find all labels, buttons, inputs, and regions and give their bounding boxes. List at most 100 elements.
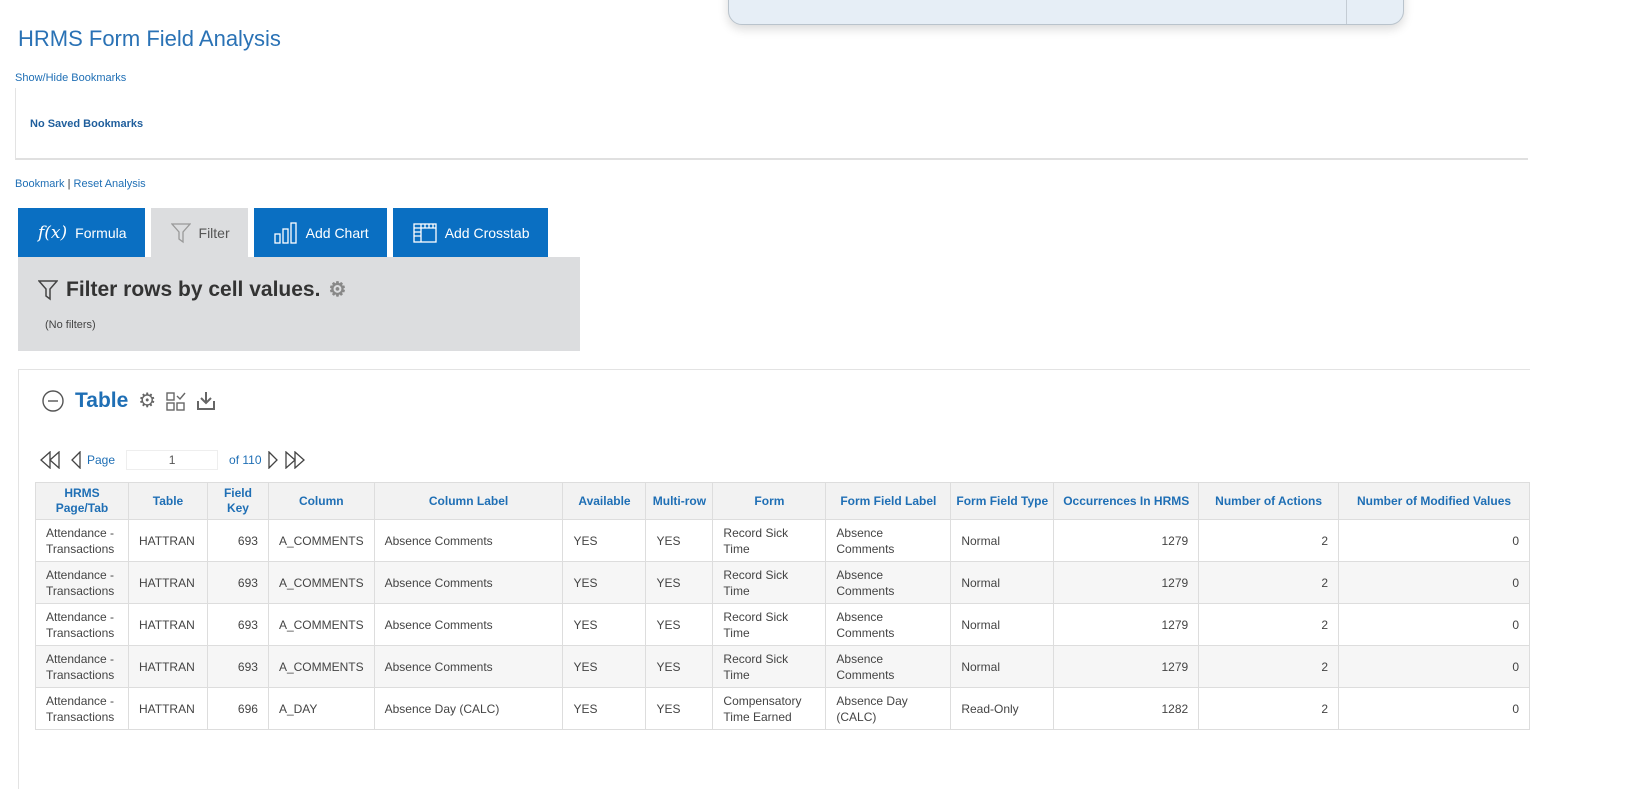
column-header[interactable]: Form Field Type <box>950 482 1055 520</box>
table-cell: Absence Comments <box>373 519 564 562</box>
table-cell: YES <box>562 561 647 604</box>
column-header[interactable]: Occurrences In HRMS <box>1053 482 1200 520</box>
table-cell: Absence Comments <box>825 645 952 688</box>
column-header[interactable]: Form <box>712 482 827 520</box>
table-cell: 0 <box>1338 519 1530 562</box>
tab-filter[interactable]: Filter <box>150 208 248 257</box>
table-cell: A_COMMENTS <box>267 561 375 604</box>
table-cell: 0 <box>1338 603 1530 646</box>
table-cell: 1279 <box>1053 561 1200 604</box>
table-cell: Record Sick Time <box>712 561 827 604</box>
page-input[interactable] <box>126 450 219 470</box>
table-cell: 0 <box>1338 561 1530 604</box>
table-cell: Record Sick Time <box>712 645 827 688</box>
page-label: Page <box>87 453 116 467</box>
page-title: HRMS Form Field Analysis <box>18 26 281 51</box>
table-cell: A_DAY <box>267 687 375 730</box>
table-cell: HATTRAN <box>127 687 208 730</box>
table-cell: HATTRAN <box>127 645 208 688</box>
reset-analysis-link[interactable]: Reset Analysis <box>74 178 146 190</box>
table-section: Table ⚙ Page of 110 HRMS Page/TabTableFi… <box>18 369 1530 789</box>
next-page-icon[interactable] <box>267 451 279 469</box>
prev-page-icon[interactable] <box>70 451 82 469</box>
table-cell: HATTRAN <box>127 603 208 646</box>
table-cell: 696 <box>206 687 269 730</box>
column-header[interactable]: Available <box>562 482 647 520</box>
table-cell: Normal <box>950 519 1055 562</box>
crosstab-icon <box>413 222 437 243</box>
table-cell: YES <box>645 687 714 730</box>
table-cell: Attendance - Transactions <box>35 603 129 646</box>
floating-toolbar <box>728 0 1404 25</box>
table-cell: 2 <box>1198 603 1340 646</box>
table-row: Attendance - Transactions HATTRAN 696 A_DAY… <box>35 687 1530 730</box>
table-cell: YES <box>562 687 647 730</box>
bookmark-links: Bookmark | Reset Analysis <box>15 178 146 190</box>
column-header[interactable]: Column Label <box>373 482 564 520</box>
table-cell: Absence Comments <box>825 561 952 604</box>
table-cell: YES <box>645 645 714 688</box>
tab-label: Add Chart <box>305 224 369 241</box>
table-cell: HATTRAN <box>127 561 208 604</box>
last-page-icon[interactable] <box>284 451 310 469</box>
no-filters-text: (No filters) <box>45 319 96 331</box>
tab-add-crosstab[interactable]: Add Crosstab <box>392 208 548 257</box>
gear-icon[interactable]: ⚙ <box>138 388 156 413</box>
table-cell: Attendance - Transactions <box>35 687 129 730</box>
table-cell: YES <box>562 603 647 646</box>
filter-icon <box>38 279 58 301</box>
column-header[interactable]: Form Field Label <box>825 482 952 520</box>
tab-label: Add Crosstab <box>444 224 530 241</box>
column-header[interactable]: Multi-row <box>645 482 714 520</box>
table-row: Attendance - Transactions HATTRAN 693 A_COM… <box>35 603 1530 646</box>
show-hide-bookmarks-link[interactable]: Show/Hide Bookmarks <box>15 72 126 84</box>
column-header[interactable]: Field Key <box>206 482 269 520</box>
table-cell: YES <box>645 519 714 562</box>
bar-chart-icon <box>273 221 298 244</box>
separator: | <box>64 178 74 190</box>
table-cell: 2 <box>1198 519 1340 562</box>
tab-formula[interactable]: f(x) Formula <box>18 208 145 257</box>
tab-add-chart[interactable]: Add Chart <box>253 208 387 257</box>
table-cell: 2 <box>1198 561 1340 604</box>
download-icon[interactable] <box>196 391 216 411</box>
table-cell: 0 <box>1338 687 1530 730</box>
table-cell: Absence Comments <box>825 603 952 646</box>
column-header[interactable]: Number of Modified Values <box>1338 482 1530 520</box>
table-cell: Attendance - Transactions <box>35 645 129 688</box>
first-page-icon[interactable] <box>39 451 65 469</box>
table-cell: Absence Comments <box>373 645 564 688</box>
bookmarks-panel: No Saved Bookmarks <box>15 88 1528 160</box>
gear-icon[interactable]: ⚙ <box>328 277 346 302</box>
column-header[interactable]: Table <box>127 482 208 520</box>
analysis-tabs: f(x) Formula Filter Add Chart Add Crossta… <box>18 208 548 257</box>
table-cell: A_COMMENTS <box>267 603 375 646</box>
table-cell: 0 <box>1338 645 1530 688</box>
no-bookmarks-text: No Saved Bookmarks <box>30 118 144 130</box>
table-cell: Normal <box>950 603 1055 646</box>
column-header[interactable]: Column <box>267 482 375 520</box>
table-cell: Compensatory Time Earned <box>712 687 827 730</box>
table-cell: A_COMMENTS <box>267 519 375 562</box>
table-cell: 1279 <box>1053 519 1200 562</box>
table-cell: Attendance - Transactions <box>35 561 129 604</box>
data-table: HRMS Page/Tab Table Field Key Column Column … <box>35 482 1530 730</box>
table-cell: YES <box>645 603 714 646</box>
table-row: Attendance - Transactions HATTRAN 693 A_COM… <box>35 561 1530 604</box>
column-header[interactable]: HRMS Page/Tab <box>35 482 129 520</box>
bookmark-link[interactable]: Bookmark <box>15 178 65 190</box>
collapse-icon[interactable] <box>41 389 65 413</box>
table-cell: 1279 <box>1053 645 1200 688</box>
table-cell: 2 <box>1198 687 1340 730</box>
table-cell: YES <box>562 519 647 562</box>
table-cell: A_COMMENTS <box>267 645 375 688</box>
select-columns-icon[interactable] <box>166 391 186 411</box>
table-cell: YES <box>562 645 647 688</box>
table-row: Attendance - Transactions HATTRAN 693 A_COM… <box>35 519 1530 562</box>
table-cell: Absence Comments <box>825 519 952 562</box>
column-header[interactable]: Number of Actions <box>1198 482 1340 520</box>
table-cell: Normal <box>950 645 1055 688</box>
tab-label: Formula <box>75 224 127 241</box>
table-cell: Record Sick Time <box>712 603 827 646</box>
table-cell: Absence Day (CALC) <box>373 687 564 730</box>
